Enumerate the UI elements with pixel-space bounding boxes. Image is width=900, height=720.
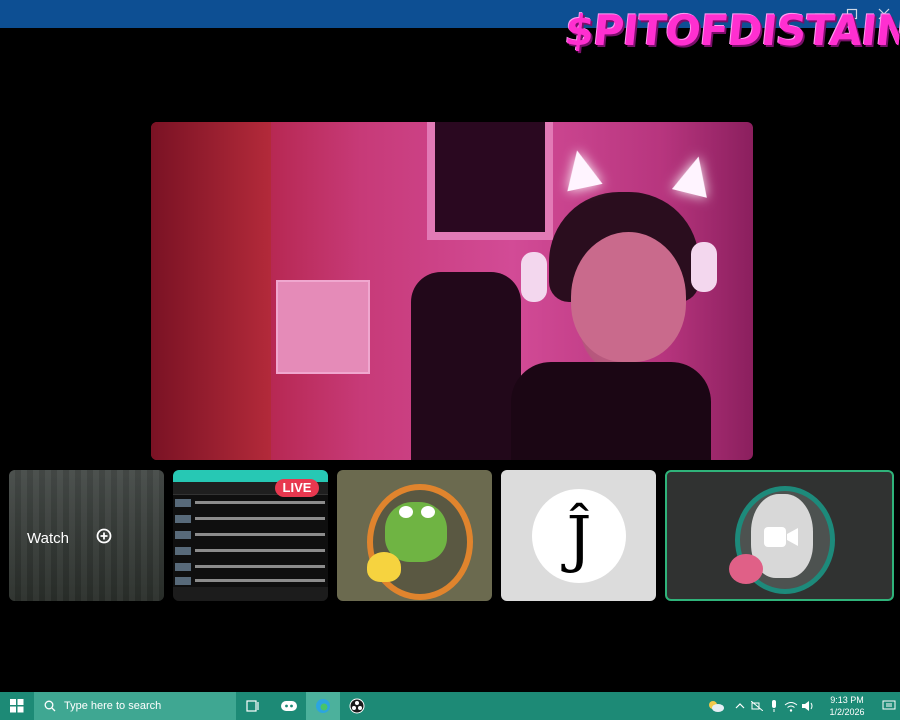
windows-logo-icon xyxy=(10,699,24,713)
participant-tile-frog[interactable] xyxy=(337,470,492,601)
person-top xyxy=(511,362,711,460)
frog-eye-right xyxy=(421,506,435,518)
scene-dresser xyxy=(276,280,370,374)
weather-icon xyxy=(709,701,724,712)
stream-tile[interactable]: LIVE xyxy=(173,470,328,601)
list-item xyxy=(175,514,325,523)
obs-icon xyxy=(349,698,365,714)
screen-share-tile[interactable]: Watch xyxy=(9,470,164,601)
camera-off-tray[interactable] xyxy=(748,692,765,720)
clock-date: 1/2/2026 xyxy=(829,707,865,717)
watch-label: Watch xyxy=(27,529,69,547)
system-tray: 9:13 PM 1/2/2026 xyxy=(701,692,900,720)
chevron-up-icon xyxy=(735,703,744,709)
frog-avatar xyxy=(385,502,447,562)
clock-time: 9:13 PM xyxy=(830,695,864,705)
task-view-button[interactable] xyxy=(236,692,270,720)
notification-icon xyxy=(882,700,896,710)
list-item xyxy=(175,498,325,507)
task-view-icon xyxy=(246,700,259,712)
main-video-stage[interactable] xyxy=(151,122,753,460)
camera-off-icon xyxy=(750,701,763,711)
volume-tray[interactable] xyxy=(799,692,816,720)
cat-ear-left xyxy=(559,146,603,192)
add-to-view-icon[interactable] xyxy=(95,527,113,549)
edge-browser-icon xyxy=(316,699,330,713)
search-placeholder: Type here to search xyxy=(64,700,162,712)
donut-icon xyxy=(729,554,763,584)
discord-icon xyxy=(281,701,297,711)
show-hidden-icons-button[interactable] xyxy=(731,692,748,720)
stream-preview-footer xyxy=(173,587,328,601)
search-icon xyxy=(44,700,56,712)
list-item xyxy=(175,576,325,585)
obs-taskbar-button[interactable] xyxy=(340,692,374,720)
participant-tile-j[interactable]: Ĵ xyxy=(501,470,656,601)
headphone-left xyxy=(521,252,547,302)
windows-taskbar: Type here to search 9:13 PM 1/2/2026 xyxy=(0,692,900,720)
person-face xyxy=(571,232,686,362)
video-camera-icon[interactable] xyxy=(763,524,799,555)
discord-taskbar-button[interactable] xyxy=(272,692,306,720)
weather-button[interactable] xyxy=(701,692,731,720)
taskbar-search[interactable]: Type here to search xyxy=(34,692,236,720)
edge-taskbar-button[interactable] xyxy=(306,692,340,720)
participant-tile-speaking[interactable] xyxy=(665,470,894,601)
system-clock[interactable]: 9:13 PM 1/2/2026 xyxy=(820,694,874,718)
list-item xyxy=(175,530,325,539)
live-badge: LIVE xyxy=(275,479,319,497)
avatar-letter: Ĵ xyxy=(566,502,592,575)
list-item xyxy=(175,546,325,555)
duck-icon xyxy=(367,552,401,582)
wifi-icon xyxy=(784,701,797,712)
speaker-icon xyxy=(801,701,812,711)
headphone-right xyxy=(691,242,717,292)
watch-stream-button[interactable]: Watch xyxy=(27,522,113,554)
wifi-tray[interactable] xyxy=(782,692,799,720)
list-item xyxy=(175,562,325,571)
start-button[interactable] xyxy=(0,692,34,720)
microphone-tray[interactable] xyxy=(765,692,782,720)
channel-name-overlay: $PITOFDISTAIN27 xyxy=(562,6,900,55)
notification-center-button[interactable] xyxy=(878,700,900,712)
microphone-icon xyxy=(771,700,776,712)
scene-door xyxy=(151,122,271,460)
frog-eye-left xyxy=(399,506,413,518)
